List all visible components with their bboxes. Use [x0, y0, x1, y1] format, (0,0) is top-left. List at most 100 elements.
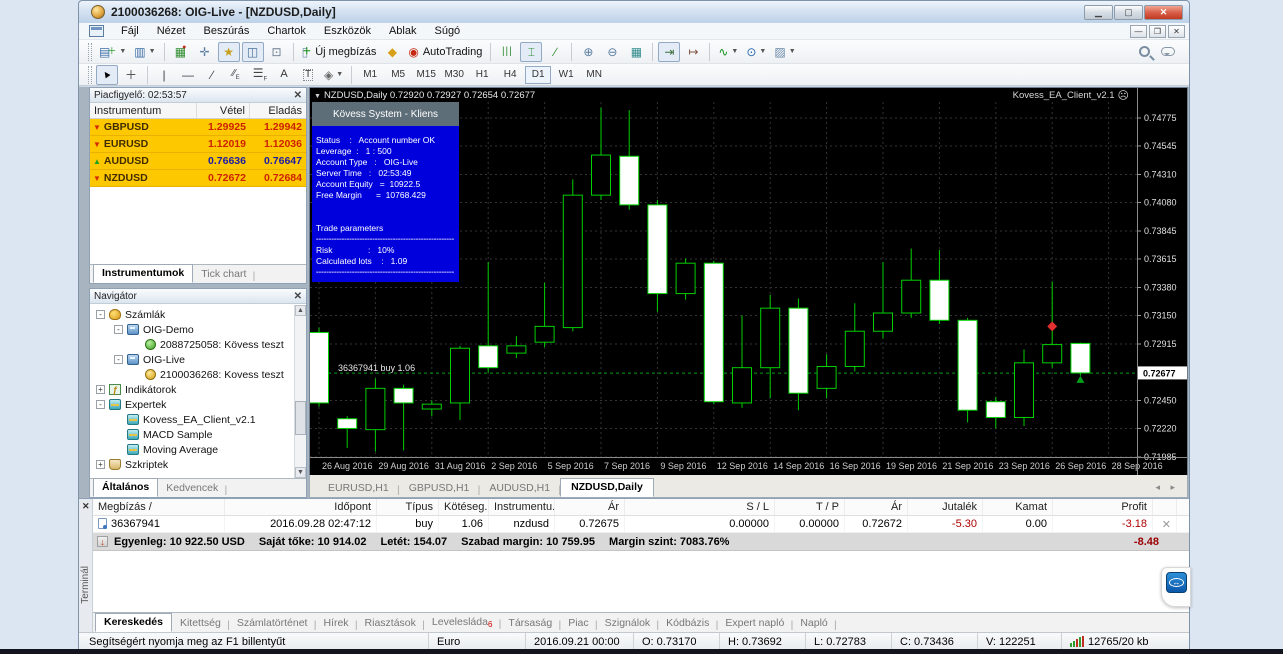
strategy-tester-button[interactable]: ⊡ — [266, 42, 288, 62]
collapse-icon[interactable]: - — [96, 400, 105, 409]
scroll-down-icon[interactable]: ▼ — [295, 467, 306, 478]
column-11[interactable]: Profit — [1053, 499, 1153, 515]
timeframe-M1[interactable]: M1 — [357, 66, 383, 84]
terminal-dock-strip[interactable]: ✕ Terminál — [79, 499, 93, 632]
timeframe-H4[interactable]: H4 — [497, 66, 523, 84]
title-bar[interactable]: 2100036268: OIG-Live - [NZDUSD,Daily] ▁ … — [79, 1, 1189, 23]
crosshair-tool[interactable]: ＋ — [120, 65, 142, 85]
nav-item-2088725058-k-vess-teszt[interactable]: 2088725058: Kövess teszt — [90, 337, 294, 352]
fibonacci-tool[interactable]: ☰F — [249, 65, 271, 85]
nav-item-szkriptek[interactable]: +Szkriptek — [90, 457, 294, 472]
market-row-AUDUSD[interactable]: ▲AUDUSD0.766360.76647 — [90, 153, 306, 170]
column-7[interactable]: T / P — [775, 499, 845, 515]
column-2[interactable]: Típus — [377, 499, 439, 515]
timeframe-MN[interactable]: MN — [581, 66, 607, 84]
chart-tab-audusd-h1[interactable]: AUDUSD,H1| — [479, 480, 560, 497]
collapse-icon[interactable]: - — [114, 355, 123, 364]
menu-súgó[interactable]: Súgó — [425, 24, 469, 38]
menu-chartok[interactable]: Chartok — [258, 24, 315, 38]
ea-name-label[interactable]: Kovess_EA_Client_v2.1☹ — [1013, 89, 1129, 102]
terminal-tab-napl-[interactable]: Napló| — [792, 615, 835, 632]
autotrading-button[interactable]: ◉AutoTrading — [405, 42, 485, 62]
chart-window[interactable]: 0.747750.745450.743100.740800.738450.736… — [309, 87, 1188, 498]
menu-nézet[interactable]: Nézet — [148, 24, 195, 38]
tab-tick-chart[interactable]: Tick chart| — [193, 266, 254, 283]
navigator-scrollbar[interactable]: ▲ ▼ — [294, 305, 306, 478]
chart-menu-icon[interactable] — [89, 25, 104, 37]
auto-scroll-button[interactable]: ⇥ — [658, 42, 680, 62]
terminal-tab-t-rsas-g[interactable]: Társaság| — [500, 615, 560, 632]
navigator-titlebar[interactable]: Navigátor ✕ — [90, 289, 306, 304]
nav-item-indik-torok[interactable]: +ƒIndikátorok — [90, 382, 294, 397]
teamviewer-icon[interactable]: ↔ — [1166, 572, 1187, 593]
column-bid[interactable]: Vétel — [197, 103, 250, 118]
terminal-tab-sz-mlat-rt-net[interactable]: Számlatörténet| — [229, 615, 316, 632]
trendline-tool[interactable]: ∕ — [201, 65, 223, 85]
terminal-close-icon[interactable]: ✕ — [82, 501, 90, 512]
chart-tab-scroll-icons[interactable]: ◂ ▸ — [1155, 482, 1179, 493]
timeframe-M15[interactable]: M15 — [413, 66, 439, 84]
timeframe-H1[interactable]: H1 — [469, 66, 495, 84]
chart-tab-eurusd-h1[interactable]: EURUSD,H1| — [318, 480, 399, 497]
table-row[interactable]: 363679412016.09.28 02:47:12buy1.06nzdusd… — [93, 516, 1189, 533]
ea-sad-smiley-icon[interactable]: ☹ — [1118, 89, 1129, 102]
terminal-tab-k-db-zis[interactable]: Kódbázis| — [658, 615, 717, 632]
navigator-close-icon[interactable]: ✕ — [294, 291, 302, 302]
column-ask[interactable]: Eladás — [250, 103, 306, 118]
timeframe-W1[interactable]: W1 — [553, 66, 579, 84]
new-order-button[interactable]: ▯＋Új megbízás — [299, 42, 380, 62]
column-3[interactable]: Kötéseg... — [439, 499, 489, 515]
metaeditor-button[interactable]: ◆ — [381, 42, 403, 62]
nav-item-oig-demo[interactable]: -OIG-Demo — [90, 322, 294, 337]
text-label-tool[interactable]: T — [297, 65, 319, 85]
tab-instrumentumok[interactable]: Instrumentumok — [93, 264, 193, 283]
column-instrument[interactable]: Instrumentum — [90, 103, 197, 118]
indicators-button[interactable]: ∿▼ — [715, 42, 741, 62]
scroll-thumb[interactable] — [295, 401, 306, 435]
chart-shift-button[interactable]: ↦ — [682, 42, 704, 62]
menu-ablak[interactable]: Ablak — [380, 24, 426, 38]
maximize-button[interactable]: ▢ — [1114, 5, 1143, 20]
text-tool[interactable]: A — [273, 65, 295, 85]
expand-icon[interactable]: + — [96, 385, 105, 394]
close-order-icon[interactable]: ✕ — [1153, 516, 1177, 532]
market-watch-titlebar[interactable]: Piacfigyelő: 02:53:57 ✕ — [90, 88, 306, 103]
mdi-close-button[interactable]: ✕ — [1168, 25, 1185, 38]
tile-windows-button[interactable]: ▦ — [625, 42, 647, 62]
market-watch-toggle[interactable]: ▦● — [170, 42, 192, 62]
column-10[interactable]: Kamat — [983, 499, 1053, 515]
expand-icon[interactable]: + — [96, 460, 105, 469]
timeframe-D1[interactable]: D1 — [525, 66, 551, 84]
menu-fájl[interactable]: Fájl — [112, 24, 148, 38]
column-6[interactable]: S / L — [625, 499, 775, 515]
vertical-line-tool[interactable]: | — [153, 65, 175, 85]
shapes-tool[interactable]: ◈▼ — [321, 65, 346, 85]
timeframe-M30[interactable]: M30 — [441, 66, 467, 84]
cursor-tool[interactable]: ▲ — [96, 65, 118, 85]
column-8[interactable]: Ár — [845, 499, 908, 515]
terminal-toggle[interactable]: ◫ — [242, 42, 264, 62]
new-chart-button[interactable]: ▤＋▼ — [96, 42, 129, 62]
templates-button[interactable]: ▨▼ — [771, 42, 798, 62]
terminal-tab-keresked-s[interactable]: Kereskedés — [95, 613, 172, 632]
column-9[interactable]: Jutalék — [908, 499, 983, 515]
horizontal-line-tool[interactable]: — — [177, 65, 199, 85]
terminal-tab-kitetts-g[interactable]: Kitettség| — [172, 615, 229, 632]
column-4[interactable]: Instrumentu... — [489, 499, 555, 515]
terminal-tab-levelesl-da[interactable]: Levelesláda6| — [424, 614, 501, 632]
column-1[interactable]: Időpont — [225, 499, 377, 515]
close-button[interactable]: ✕ — [1144, 5, 1183, 20]
menu-beszúrás[interactable]: Beszúrás — [194, 24, 258, 38]
bar-chart-button[interactable]: ||| — [496, 42, 518, 62]
mdi-restore-button[interactable]: ❐ — [1149, 25, 1166, 38]
zoom-out-button[interactable]: ⊖ — [601, 42, 623, 62]
nav-item-macd-sample[interactable]: MACD Sample — [90, 427, 294, 442]
tab-kedvencek[interactable]: Kedvencek| — [158, 480, 226, 497]
scroll-up-icon[interactable]: ▲ — [295, 305, 306, 316]
market-row-GBPUSD[interactable]: ▼GBPUSD1.299251.29942 — [90, 119, 306, 136]
navigator-toggle[interactable]: ★ — [218, 42, 240, 62]
teamviewer-overlay[interactable]: ↔ — [1161, 567, 1191, 607]
periods-button[interactable]: ⊙▼ — [743, 42, 769, 62]
tab--ltal-nos[interactable]: Általános — [93, 478, 158, 497]
data-window-button[interactable]: ✛ — [194, 42, 216, 62]
